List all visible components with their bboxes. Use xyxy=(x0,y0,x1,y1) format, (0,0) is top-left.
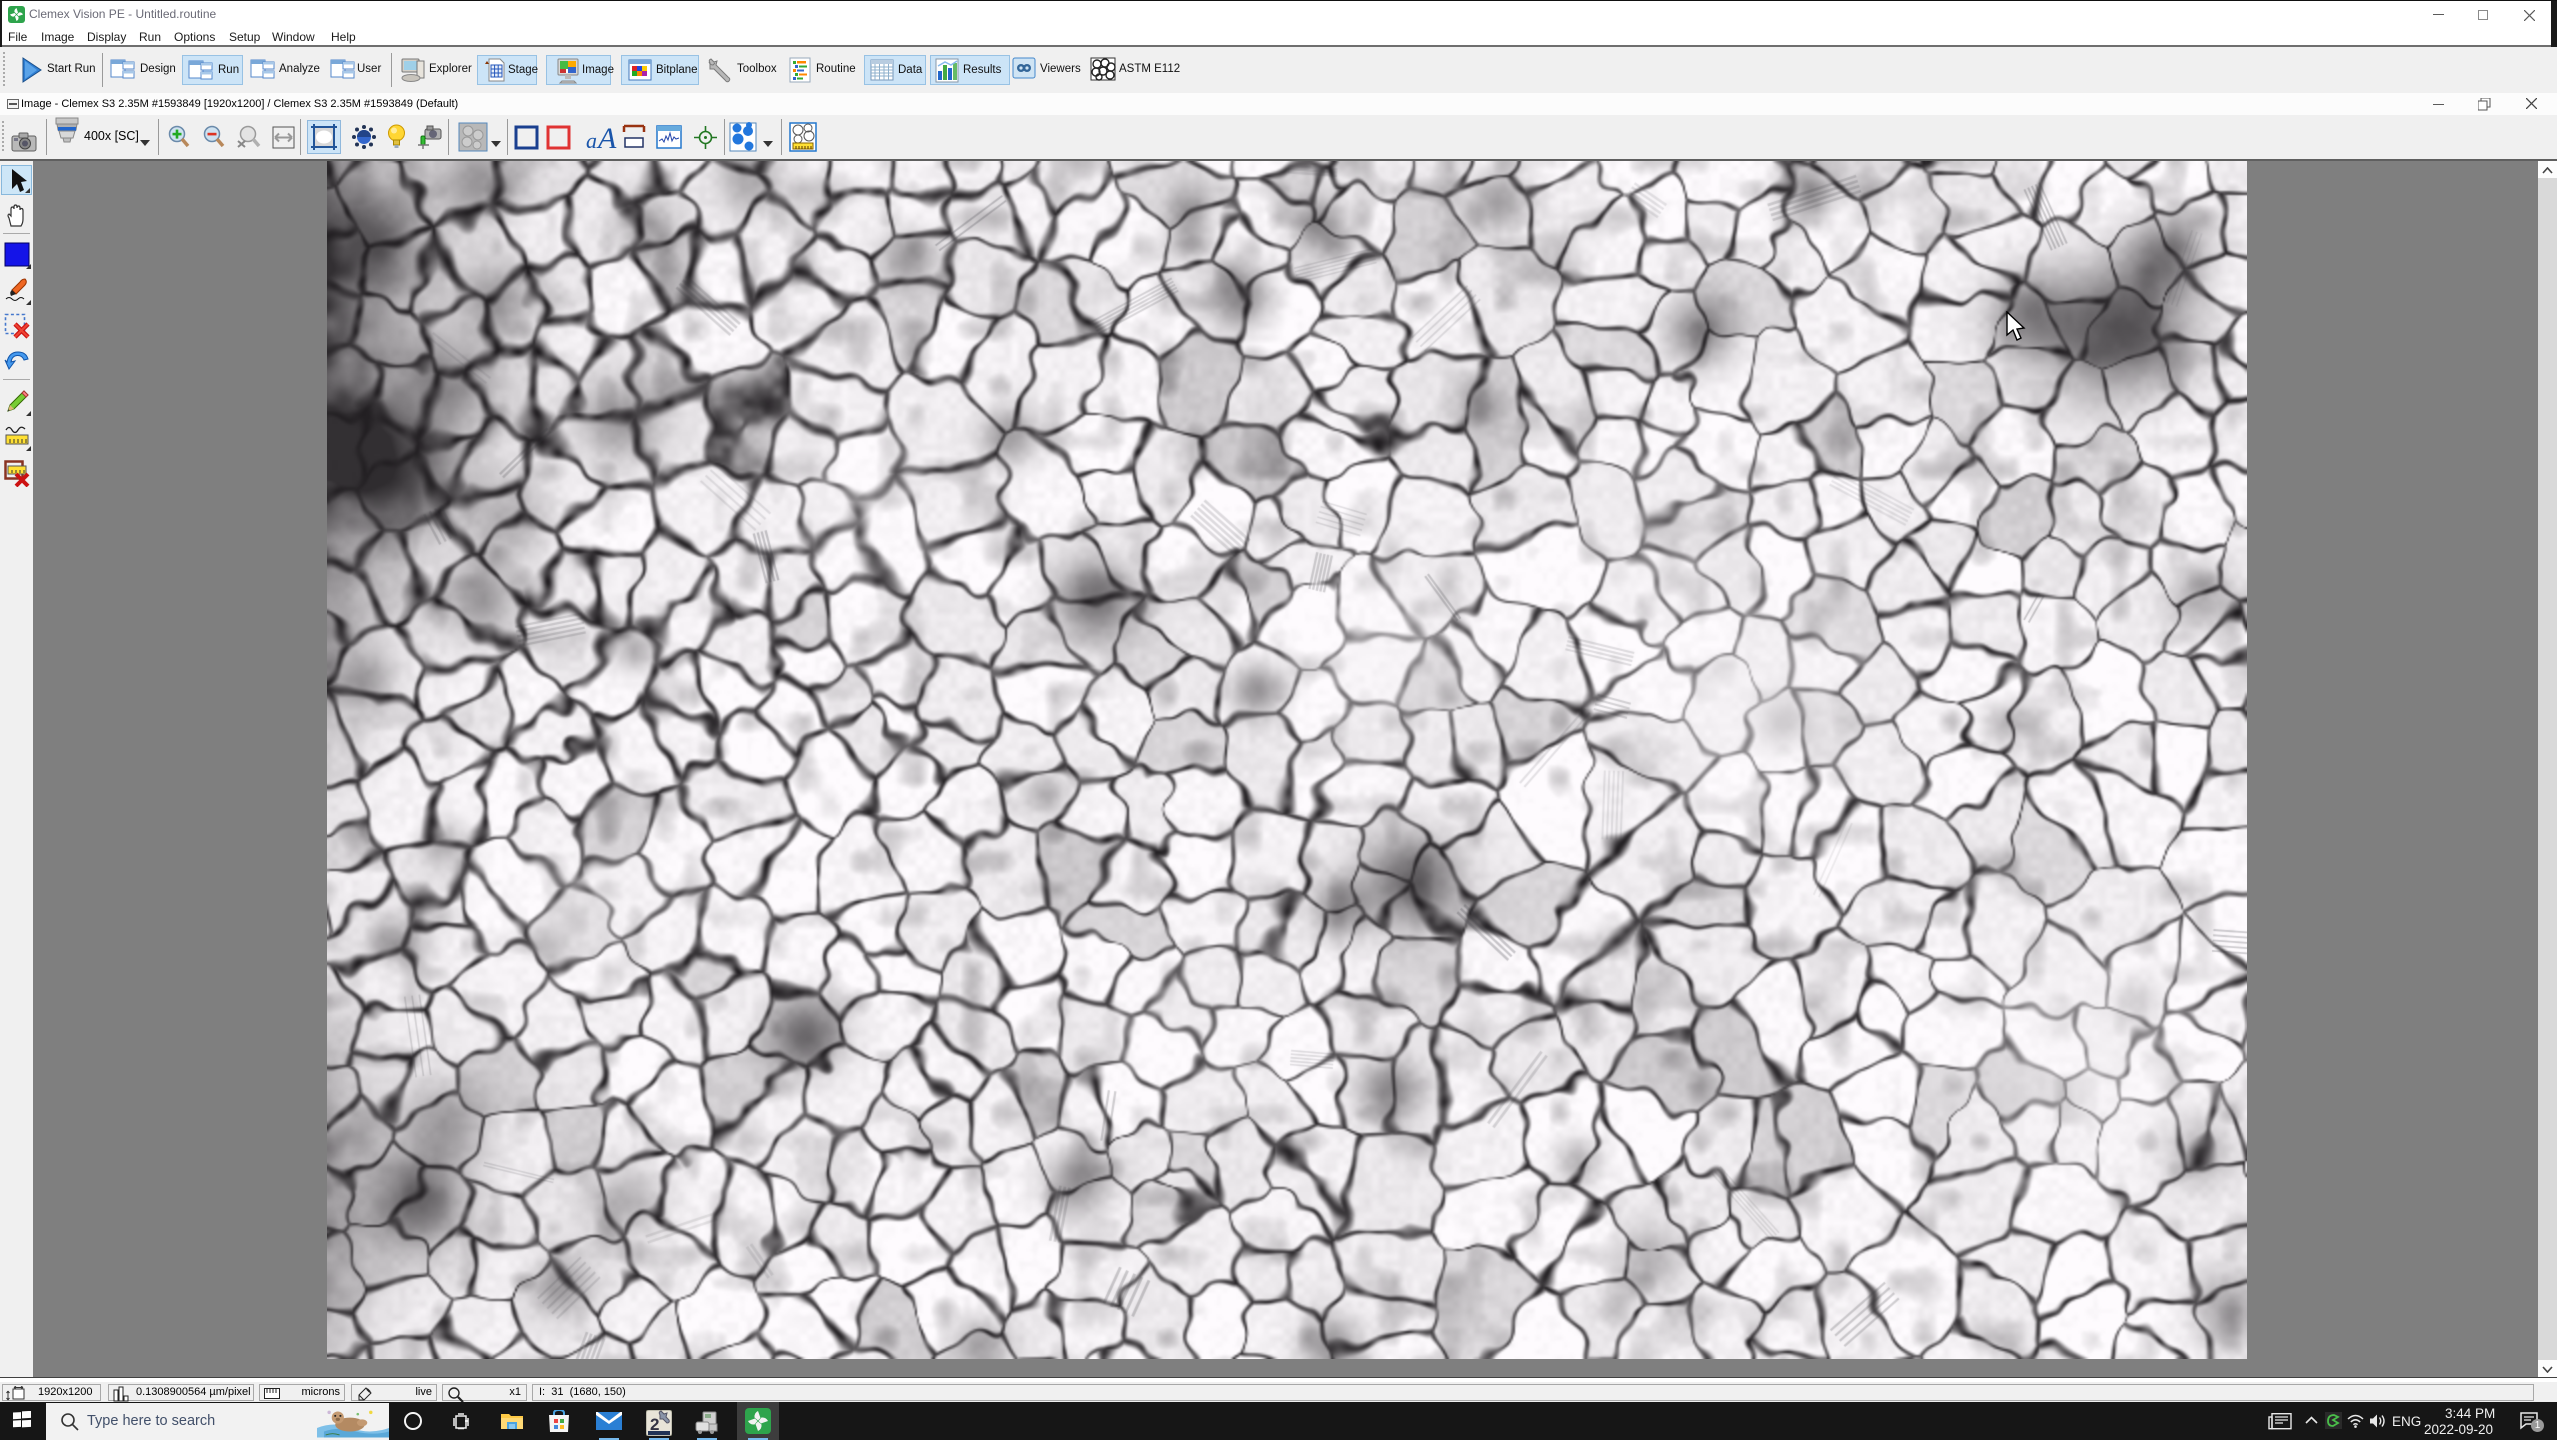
svg-text:a: a xyxy=(586,128,597,152)
svg-text:A: A xyxy=(596,122,617,152)
